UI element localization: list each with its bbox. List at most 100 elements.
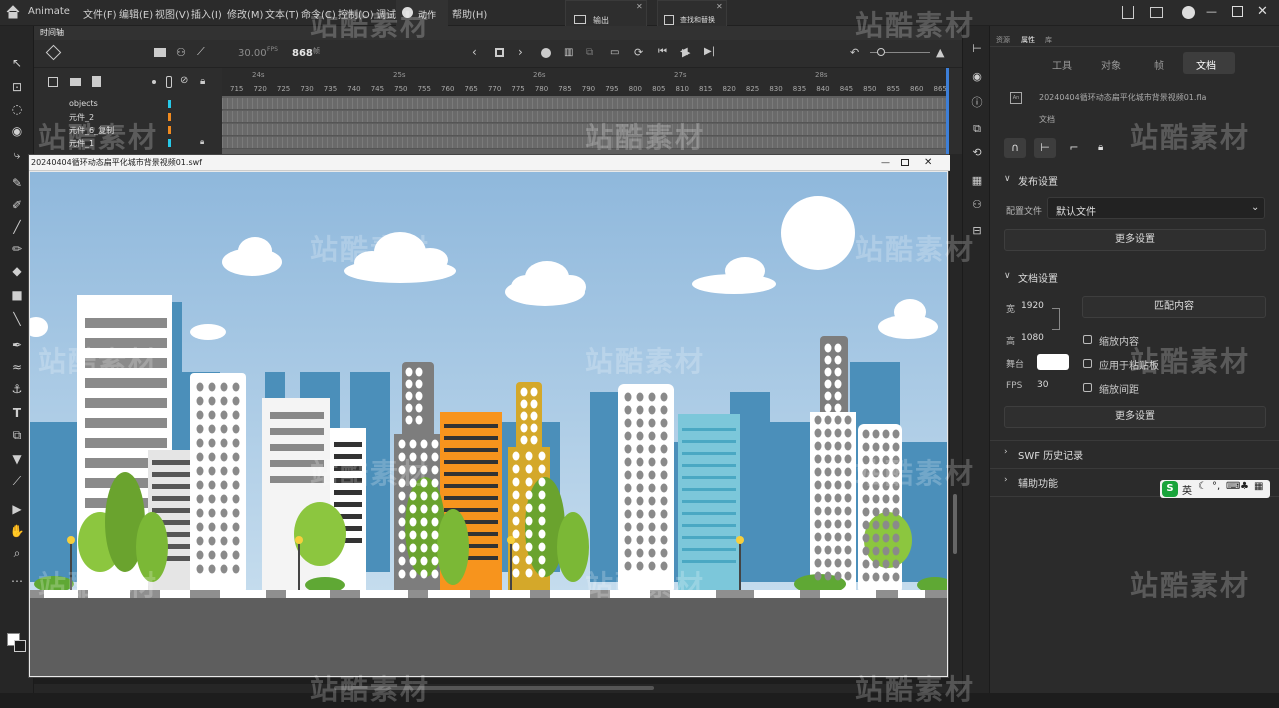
close-icon[interactable]: ✕ [924, 155, 932, 171]
line-icon[interactable]: ╲ [9, 312, 25, 326]
new-folder-icon[interactable] [70, 78, 81, 86]
current-frame[interactable]: 868 [292, 48, 313, 59]
history-icon[interactable]: ⟲ [970, 146, 984, 160]
layer-row[interactable]: 元件_6_复制 [34, 124, 220, 136]
fps-value[interactable]: 30.00 [238, 48, 267, 59]
doc-settings-title[interactable]: 文档设置 [1018, 270, 1058, 285]
components-icon[interactable]: ⚇ [970, 198, 984, 212]
swf-history-title[interactable]: SWF 历史记录 [1018, 447, 1083, 462]
eyedropper-icon[interactable]: ⟋ [9, 474, 25, 488]
fill-color-swatch[interactable] [14, 640, 26, 652]
lock-icon[interactable]: 🔒︎ [1098, 142, 1110, 154]
menu-debug[interactable]: 调试 [376, 6, 396, 21]
lock-icon[interactable]: 🔒︎ [200, 76, 205, 87]
minimize-icon[interactable]: — [1206, 5, 1217, 18]
info-icon[interactable]: ⓘ [970, 96, 984, 110]
prev-keyframe-icon[interactable]: ‹ [472, 45, 477, 59]
menu-command[interactable]: 命令(C) [301, 6, 336, 21]
close-window-icon[interactable]: ✕ [1257, 4, 1268, 19]
chevron-down-icon[interactable]: ∨ [1004, 174, 1011, 184]
brush-icon[interactable]: ✐ [9, 198, 25, 212]
width-value[interactable]: 1920 [1021, 301, 1044, 311]
maximize-icon[interactable] [1232, 6, 1243, 17]
menu-file[interactable]: 文件(F) [83, 6, 117, 21]
link-dimensions-icon[interactable] [1052, 308, 1060, 330]
visibility-icon[interactable]: ⊘ [180, 75, 188, 86]
share-icon[interactable] [1122, 6, 1134, 19]
moon-icon[interactable]: ☾ [1198, 481, 1207, 492]
zoom-slider-knob[interactable] [877, 48, 885, 56]
swatches-icon[interactable]: ▦ [970, 174, 984, 188]
keyboard-icon[interactable]: ⌨ [1226, 481, 1240, 492]
selection-tool-icon[interactable]: ↖ [9, 56, 25, 70]
zoom-mountain-icon[interactable]: ▲ [936, 46, 944, 59]
motion-presets-icon[interactable]: ⊟ [970, 224, 984, 238]
width-tool-icon[interactable]: ≈ [9, 360, 25, 374]
snap-corner-button[interactable]: ⌐ [1066, 140, 1082, 156]
more-settings-button-doc[interactable]: 更多设置 [1004, 406, 1266, 428]
chevron-right-icon[interactable]: › [1004, 447, 1008, 457]
camera-toggle-icon[interactable] [154, 48, 166, 57]
outline-icon[interactable] [166, 76, 172, 88]
highlight-icon[interactable] [152, 80, 156, 84]
align-icon[interactable]: ⊢ [970, 42, 984, 56]
close-icon[interactable]: ✕ [636, 2, 643, 11]
camera-icon[interactable]: ▶ [9, 502, 25, 516]
chevron-right-icon[interactable]: › [1004, 475, 1008, 485]
home-icon[interactable] [6, 5, 20, 19]
delete-layer-icon[interactable] [92, 76, 101, 87]
ime-toolbar[interactable]: S 英 ☾ °, ⌨ ♣ ▦ [1160, 480, 1270, 498]
scale-content-checkbox[interactable] [1083, 335, 1092, 344]
text-tool-icon[interactable]: T [9, 406, 25, 420]
timeline-tab[interactable]: 时间轴 [40, 27, 64, 38]
paint-brush-icon[interactable]: ✎ [9, 176, 25, 190]
scrollbar-thumb[interactable] [953, 494, 957, 554]
layer-row[interactable]: 元件_2 [34, 111, 220, 123]
step-forward-icon[interactable]: ▶| [704, 46, 715, 57]
edit-multiple-icon[interactable]: ⧉ [586, 47, 593, 58]
layer-row[interactable]: 元件_1 🔒︎ [34, 137, 220, 149]
menu-edit[interactable]: 编辑(E) [119, 6, 153, 21]
snap-grid-button[interactable]: ⊢ [1034, 138, 1056, 158]
tab-tool[interactable]: 工具 [1052, 57, 1072, 72]
tab-object[interactable]: 对象 [1101, 57, 1121, 72]
tab-frame[interactable]: 帧 [1154, 57, 1164, 72]
actions-panel-tab[interactable]: 动作 [396, 0, 448, 26]
playhead[interactable] [946, 68, 949, 154]
scale-spacing-checkbox[interactable] [1083, 383, 1092, 392]
more-settings-button-publish[interactable]: 更多设置 [1004, 229, 1266, 251]
onion-skin-icon[interactable] [541, 48, 551, 58]
fluid-brush-icon[interactable]: ╱ [9, 220, 25, 234]
play-circle-icon[interactable] [1182, 6, 1195, 19]
close-icon[interactable]: ✕ [716, 2, 723, 11]
free-transform-icon[interactable]: ⊡ [9, 80, 25, 94]
grid-icon[interactable]: ▦ [1254, 481, 1263, 492]
next-keyframe-icon[interactable]: › [518, 45, 523, 59]
minimize-icon[interactable]: — [881, 155, 890, 171]
insert-keyframe-icon[interactable] [495, 48, 504, 57]
color-icon[interactable]: ◉ [970, 70, 984, 84]
frame-grid[interactable] [222, 96, 946, 154]
loop-icon[interactable]: ▭ [610, 47, 619, 58]
shirt-icon[interactable]: ♣ [1240, 481, 1249, 492]
tab-assets[interactable]: 资源 [996, 35, 1010, 45]
anchor-icon[interactable]: ⚓ [9, 382, 25, 396]
transform-icon[interactable]: ⧉ [970, 122, 984, 136]
rectangle-icon[interactable]: ■ [9, 288, 25, 302]
accessibility-title[interactable]: 辅助功能 [1018, 475, 1058, 490]
pen-icon[interactable]: ✒ [9, 338, 25, 352]
parent-view-icon[interactable]: ⚇ [176, 46, 186, 59]
publish-settings-title[interactable]: 发布设置 [1018, 173, 1058, 188]
lasso-icon[interactable]: ◌ [9, 102, 25, 116]
pencil-icon[interactable]: ✏ [9, 242, 25, 256]
profile-dropdown[interactable]: 默认文件 ⌄ [1047, 197, 1265, 219]
chevron-down-icon[interactable]: ∨ [1004, 271, 1011, 281]
maximize-icon[interactable] [901, 159, 909, 166]
new-layer-icon[interactable] [48, 77, 58, 87]
menu-help[interactable]: 帮助(H) [452, 6, 487, 21]
ime-lang[interactable]: 英 [1182, 482, 1192, 497]
first-frame-icon[interactable]: ⏮ [658, 46, 667, 57]
layers-icon[interactable] [45, 44, 62, 61]
layer-lock-icon[interactable]: 🔒︎ [200, 137, 204, 147]
workspace-icon[interactable] [1150, 7, 1163, 18]
